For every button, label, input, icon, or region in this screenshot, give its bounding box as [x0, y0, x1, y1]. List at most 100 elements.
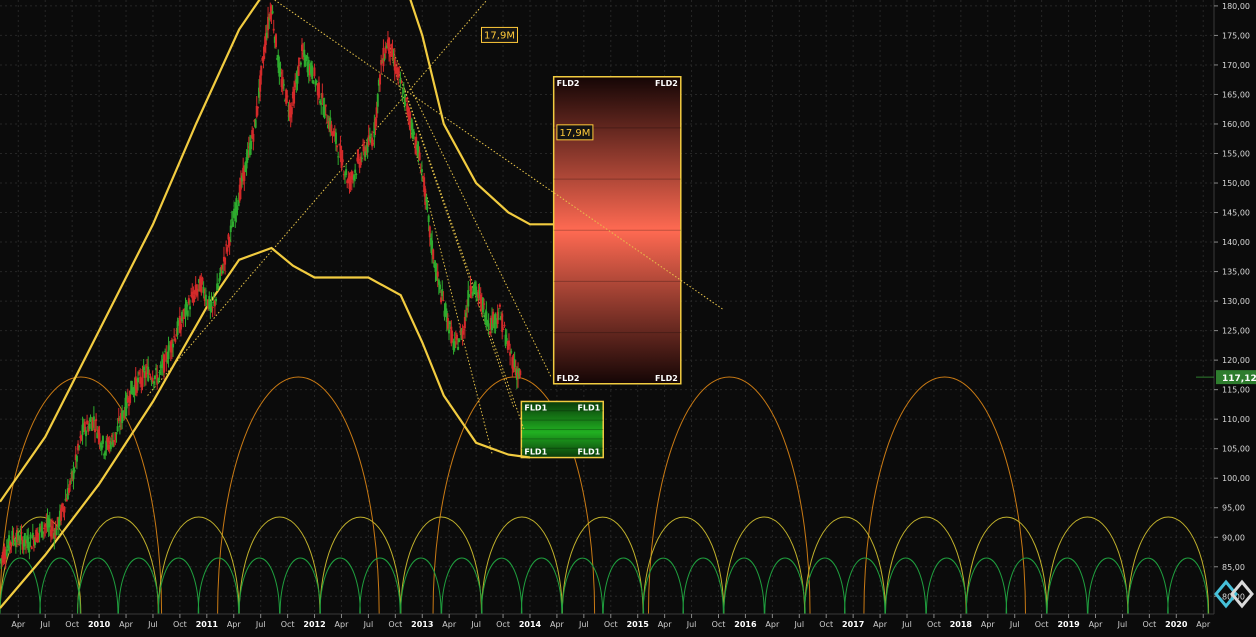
x-tick-label: 2012 — [303, 620, 325, 629]
candle-body — [317, 82, 320, 98]
candle-body — [226, 247, 229, 252]
fld-box-label: FLD2 — [557, 79, 580, 88]
x-tick-label: 2011 — [196, 620, 219, 629]
candle-body — [324, 104, 327, 107]
candle-body — [438, 284, 441, 290]
candle-body — [483, 303, 486, 305]
y-tick-label: 165,00 — [1222, 90, 1250, 99]
candle-body — [451, 334, 454, 336]
x-tick-label: Jul — [1117, 620, 1128, 629]
fld-box-label: FLD1 — [577, 448, 600, 457]
x-tick-label: Jul — [1009, 620, 1020, 629]
x-tick-label: 2016 — [734, 620, 757, 629]
candle-body — [312, 80, 315, 84]
y-tick-label: 125,00 — [1222, 327, 1250, 336]
candle-body — [286, 95, 289, 98]
candle-body — [345, 169, 348, 176]
candle-body — [436, 271, 439, 277]
candle-body — [487, 323, 490, 329]
candle-body — [63, 506, 66, 513]
candle-body — [88, 423, 91, 429]
candle-body — [426, 207, 429, 209]
candle-body — [179, 323, 182, 330]
candle-body — [163, 354, 166, 373]
volume-annotation[interactable]: 17,9M — [556, 124, 594, 141]
y-tick-label: 85,00 — [1222, 563, 1245, 572]
chart-canvas[interactable]: FLD2 FLD2 FLD2 FLD2 FLD1 FLD1 FLD1 FLD1 17,9M 17… — [0, 0, 1256, 633]
candle-body — [231, 221, 234, 227]
candle-body — [297, 65, 300, 76]
x-tick-label: Apr — [550, 620, 565, 629]
x-tick-label: 2010 — [88, 620, 111, 629]
candle-body — [290, 107, 293, 115]
candle-body — [334, 132, 337, 144]
candle-body — [29, 534, 32, 539]
y-tick-label: 170,00 — [1222, 61, 1250, 70]
candle-body — [236, 207, 239, 211]
candle-body — [215, 298, 218, 302]
y-tick-label: 120,00 — [1222, 356, 1250, 365]
candle-body — [360, 157, 363, 159]
candle-body — [173, 336, 176, 338]
candle-body — [402, 90, 405, 93]
candle-body — [217, 285, 220, 288]
x-tick-label: Oct — [604, 620, 618, 629]
candle-body — [418, 152, 421, 160]
x-tick-label: 2017 — [842, 620, 864, 629]
candle-body — [315, 80, 318, 82]
y-tick-label: 130,00 — [1222, 297, 1250, 306]
candle-body — [84, 430, 87, 437]
candle-body — [299, 62, 302, 65]
candle-body — [260, 65, 263, 76]
fld-box-label: FLD2 — [655, 374, 678, 383]
x-tick-label: Oct — [927, 620, 941, 629]
y-tick-label: 140,00 — [1222, 238, 1250, 247]
candle-body — [341, 159, 344, 163]
candle-body — [448, 329, 451, 334]
candle-body — [388, 37, 391, 54]
candle-body — [256, 106, 259, 109]
y-tick-label: 135,00 — [1222, 268, 1250, 277]
candle-body — [458, 339, 461, 343]
candle-body — [20, 532, 23, 534]
fld-box-label: FLD1 — [577, 403, 600, 412]
x-tick-label: Jul — [686, 620, 697, 629]
candle-body — [78, 446, 81, 448]
x-tick-label: Oct — [496, 620, 510, 629]
x-tick-label: Jul — [793, 620, 804, 629]
x-tick-label: 2013 — [411, 620, 433, 629]
candle-body — [519, 370, 522, 376]
x-tick-label: Oct — [712, 620, 726, 629]
candle-body — [282, 84, 285, 86]
annotation-label: 17,9M — [484, 30, 515, 41]
x-tick-label: 2018 — [950, 620, 973, 629]
x-tick-label: Oct — [281, 620, 295, 629]
candle-body — [28, 549, 31, 552]
x-axis[interactable]: Apr Jul Oct 2010 Apr Jul Oct 2011 Apr Jul Oct 2012 A… — [0, 613, 1256, 633]
y-tick-label: 145,00 — [1222, 209, 1250, 218]
x-tick-label: 2015 — [627, 620, 650, 629]
x-tick-label: Apr — [442, 620, 457, 629]
x-tick-label: Apr — [981, 620, 996, 629]
candle-body — [420, 169, 423, 173]
cycle-chart[interactable]: FLD2 FLD2 FLD2 FLD2 FLD1 FLD1 FLD1 FLD1 17,9M 17… — [0, 0, 1256, 633]
x-tick-label: Apr — [658, 620, 673, 629]
x-tick-label: Apr — [765, 620, 780, 629]
y-tick-label: 175,00 — [1222, 31, 1250, 40]
y-tick-label: 90,00 — [1222, 533, 1245, 542]
x-tick-label: Jul — [255, 620, 266, 629]
candle-body — [467, 290, 470, 307]
candle-body — [427, 215, 430, 223]
x-tick-label: Apr — [335, 620, 350, 629]
candle-body — [95, 419, 98, 422]
annotation-label: 17,9M — [559, 128, 590, 139]
candle-body — [354, 169, 357, 173]
volume-annotation[interactable]: 17,9M — [481, 26, 519, 43]
x-tick-label: 2014 — [519, 620, 542, 629]
fld-box-fld2[interactable]: FLD2 FLD2 FLD2 FLD2 — [552, 76, 682, 385]
candle-body — [55, 529, 58, 536]
fld-box-label: FLD2 — [557, 374, 580, 383]
candle-body — [293, 88, 296, 104]
candle-body — [211, 307, 214, 309]
fld-box-fld1[interactable]: FLD1 FLD1 FLD1 FLD1 — [520, 400, 604, 459]
